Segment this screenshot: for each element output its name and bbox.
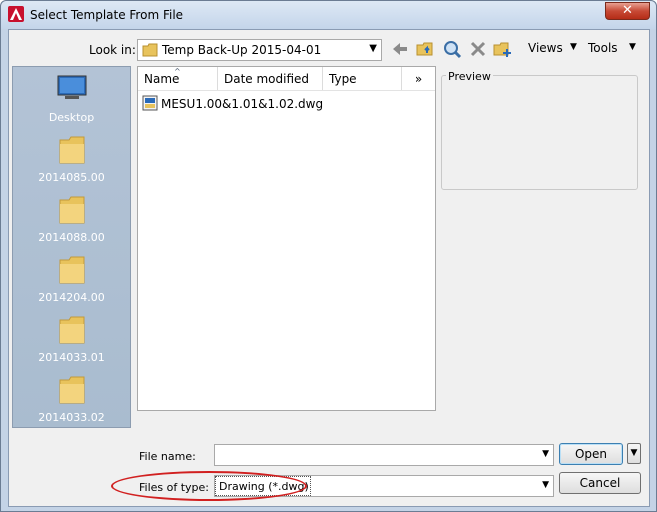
annotation-highlight-ellipse — [111, 471, 307, 501]
place-label: Desktop — [48, 111, 95, 124]
place-folder[interactable]: 2014033.01 — [13, 315, 130, 373]
place-folder[interactable]: 2014085.00 — [13, 135, 130, 193]
cancel-button[interactable]: Cancel — [559, 472, 641, 494]
column-header-name[interactable]: ^ Name — [138, 67, 218, 90]
open-button[interactable]: Open — [559, 443, 623, 465]
up-folder-icon[interactable] — [415, 39, 435, 59]
file-name: MESU1.00&1.01&1.02.dwg — [161, 97, 324, 111]
filename-label: File name: — [139, 450, 196, 463]
place-label: 2014033.02 — [38, 411, 105, 424]
column-more-button[interactable]: » — [402, 67, 435, 90]
dialog-client-area: Look in: Temp Back-Up 2015-04-01 ▼ Views — [8, 29, 650, 507]
chevron-down-icon[interactable]: ▼ — [542, 449, 549, 459]
dialog-window: Select Template From File ✕ Look in: Tem… — [0, 0, 657, 512]
place-folder[interactable]: 2014204.00 — [13, 255, 130, 313]
filename-input[interactable]: ▼ — [214, 444, 554, 466]
title-bar[interactable]: Select Template From File ✕ — [1, 1, 656, 29]
window-title: Select Template From File — [30, 8, 184, 22]
autocad-app-icon — [8, 6, 24, 22]
folder-icon — [59, 316, 85, 344]
place-label: 2014204.00 — [38, 291, 105, 304]
place-desktop[interactable]: Desktop — [13, 75, 130, 133]
file-list[interactable]: ^ Name Date modified Type » MESU1.00&1.0… — [137, 66, 436, 411]
lookin-value: Temp Back-Up 2015-04-01 — [162, 43, 322, 57]
folder-icon — [59, 136, 85, 164]
header-divider — [138, 90, 435, 91]
place-label: 2014088.00 — [38, 231, 105, 244]
desktop-icon — [57, 75, 87, 99]
lookin-combo[interactable]: Temp Back-Up 2015-04-01 ▼ — [137, 39, 382, 61]
place-folder[interactable]: 2014033.02 — [13, 375, 130, 433]
views-dropdown-icon[interactable]: ▼ — [570, 42, 577, 52]
open-options-button[interactable]: ▼ — [627, 443, 641, 464]
column-header-type[interactable]: Type — [323, 67, 402, 90]
chevron-down-icon[interactable]: ▼ — [369, 43, 377, 54]
dwg-file-icon — [142, 95, 158, 111]
chevron-down-icon[interactable]: ▼ — [542, 480, 549, 490]
place-label: 2014085.00 — [38, 171, 105, 184]
places-bar: Desktop 2014085.00 2014088.00 2014204.00… — [12, 66, 131, 428]
tools-menu[interactable]: Tools — [588, 41, 618, 55]
preview-label: Preview — [446, 70, 493, 83]
folder-icon — [59, 196, 85, 224]
folder-icon — [59, 256, 85, 284]
back-arrow-icon[interactable] — [390, 39, 410, 59]
preview-pane — [441, 75, 638, 190]
new-folder-icon[interactable] — [492, 39, 512, 59]
tools-dropdown-icon[interactable]: ▼ — [629, 42, 636, 52]
delete-icon[interactable] — [468, 39, 488, 59]
place-label: 2014033.01 — [38, 351, 105, 364]
folder-icon — [59, 376, 85, 404]
folder-icon — [142, 43, 158, 57]
lookin-label: Look in: — [89, 43, 136, 57]
close-button[interactable]: ✕ — [605, 2, 650, 20]
sort-ascending-icon: ^ — [174, 67, 181, 76]
column-header-date[interactable]: Date modified — [218, 67, 323, 90]
views-menu[interactable]: Views — [528, 41, 563, 55]
search-web-icon[interactable] — [442, 39, 462, 59]
place-folder[interactable]: 2014088.00 — [13, 195, 130, 253]
